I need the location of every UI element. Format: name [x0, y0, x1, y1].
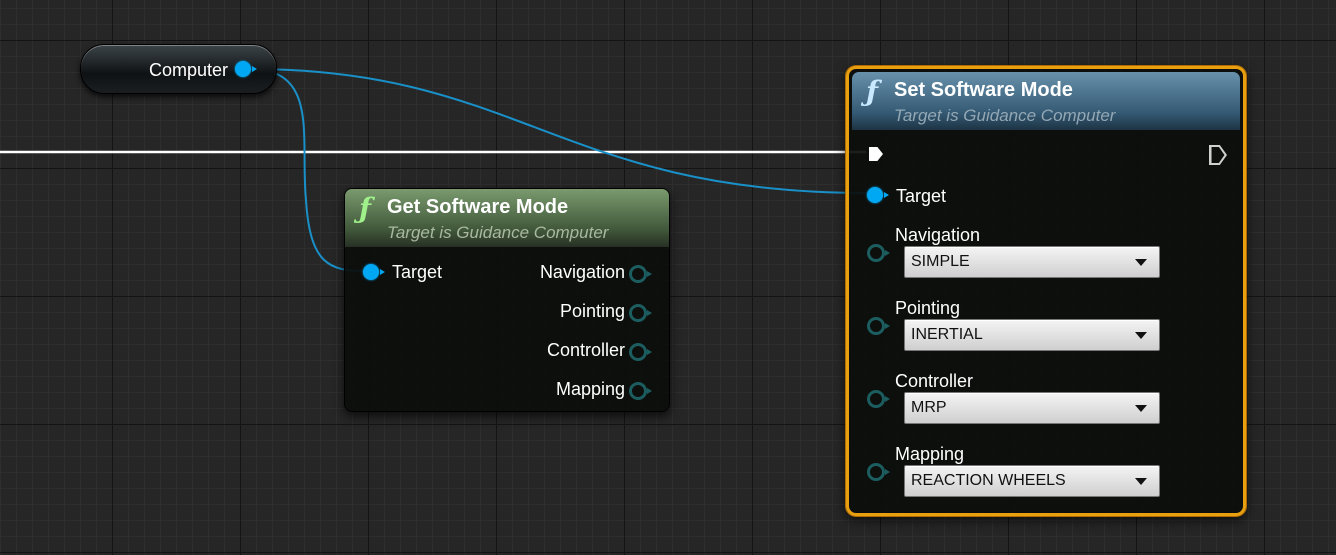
function-icon: ƒ	[359, 192, 372, 225]
controller-input-pin[interactable]	[867, 390, 890, 408]
target-input-pin[interactable]	[867, 187, 889, 203]
controller-param-label: Controller	[895, 371, 974, 391]
navigation-dropdown-value: SIMPLE	[911, 253, 970, 270]
controller-dropdown[interactable]: MRP	[904, 392, 1160, 424]
navigation-param-label: Navigation	[895, 225, 981, 245]
get-software-mode-node[interactable]: ƒ Get Software Mode Target is Guidance C…	[344, 188, 670, 412]
mapping-param-label: Mapping	[895, 444, 965, 464]
controller-output-label: Controller	[546, 340, 625, 360]
function-icon: ƒ	[866, 75, 879, 108]
node-subtitle: Target is Guidance Computer	[387, 223, 609, 242]
computer-variable-label: Computer	[148, 60, 228, 80]
pointing-dropdown-value: INERTIAL	[911, 326, 983, 343]
target-pin-label: Target	[392, 262, 443, 282]
node-header: ƒ Get Software Mode Target is Guidance C…	[345, 189, 669, 247]
pointing-param-label: Pointing	[895, 298, 961, 318]
exec-input-pin[interactable]	[869, 147, 883, 161]
pointing-dropdown[interactable]: INERTIAL	[904, 319, 1160, 351]
mapping-dropdown[interactable]: REACTION WHEELS	[904, 465, 1160, 497]
node-title: Set Software Mode	[894, 79, 1073, 101]
node-header: ƒ Set Software Mode Target is Guidance C…	[852, 72, 1240, 130]
navigation-output-pin[interactable]	[629, 265, 652, 283]
mapping-output-label: Mapping	[555, 379, 625, 399]
navigation-input-pin[interactable]	[867, 244, 890, 262]
chevron-down-icon	[1135, 405, 1147, 412]
node-subtitle: Target is Guidance Computer	[894, 106, 1116, 125]
mapping-input-pin[interactable]	[867, 463, 890, 481]
set-software-mode-node[interactable]: ƒ Set Software Mode Target is Guidance C…	[846, 66, 1246, 516]
chevron-down-icon	[1135, 259, 1147, 266]
navigation-dropdown[interactable]: SIMPLE	[904, 246, 1160, 278]
pointing-output-pin[interactable]	[629, 304, 652, 322]
computer-variable-node[interactable]: Computer	[80, 44, 277, 94]
mapping-dropdown-value: REACTION WHEELS	[911, 472, 1066, 489]
node-title: Get Software Mode	[387, 196, 569, 218]
pointing-output-label: Pointing	[559, 301, 625, 321]
computer-output-pin[interactable]	[235, 61, 257, 77]
chevron-down-icon	[1135, 332, 1147, 339]
target-input-pin[interactable]	[363, 264, 385, 280]
pointing-input-pin[interactable]	[867, 317, 890, 335]
target-pin-label: Target	[896, 186, 947, 206]
mapping-output-pin[interactable]	[629, 382, 652, 400]
exec-output-pin[interactable]	[1209, 145, 1227, 165]
chevron-down-icon	[1135, 478, 1147, 485]
computer-to-set-target-wire	[249, 68, 869, 194]
navigation-output-label: Navigation	[539, 262, 625, 282]
controller-dropdown-value: MRP	[911, 399, 947, 416]
controller-output-pin[interactable]	[629, 343, 652, 361]
